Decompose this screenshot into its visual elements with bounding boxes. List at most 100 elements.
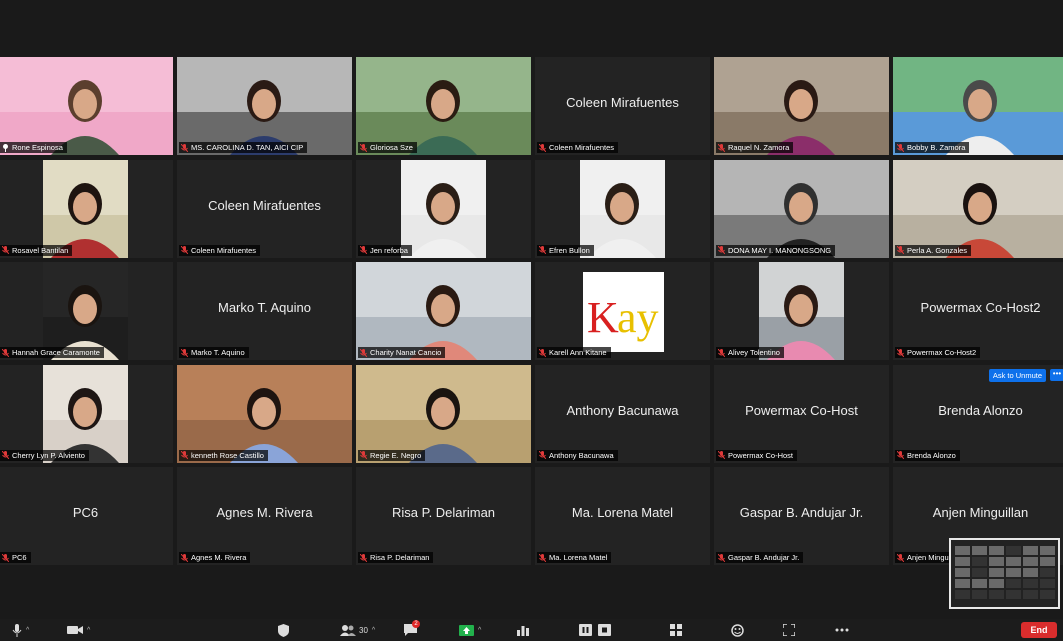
mute-button[interactable]: ^: [12, 622, 29, 638]
muted-mic-icon: [360, 143, 367, 152]
participant-tile[interactable]: Cherry Lyn P. Alviento: [0, 364, 173, 463]
participant-tile[interactable]: Rone Espinosa: [0, 57, 173, 155]
participant-tile[interactable]: Coleen Mirafuentes Coleen Mirafuentes: [535, 57, 710, 155]
participant-name-label: Coleen Mirafuentes: [537, 142, 619, 153]
participant-display-name: Powermax Co-Host2: [920, 300, 1041, 315]
participant-tile[interactable]: Powermax Co-Host2 Powermax Co-Host2: [893, 262, 1063, 360]
video-feed: [43, 262, 128, 360]
video-feed: [759, 262, 844, 360]
participant-tile[interactable]: Kay Karell Ann Kitane: [535, 262, 710, 360]
participants-count: 30: [359, 625, 368, 635]
participant-tile[interactable]: Efren Bullon: [535, 159, 710, 258]
participant-tile[interactable]: Ma. Lorena Matel Ma. Lorena Matel: [535, 467, 710, 565]
participant-name-label: Regie E. Negro: [358, 449, 426, 461]
security-button[interactable]: [278, 622, 289, 638]
participant-tile[interactable]: Hannah Grace Caramonte: [0, 262, 173, 360]
participant-name-label: Alivey Tolentino: [716, 347, 784, 358]
microphone-icon: [12, 623, 22, 637]
participant-tile[interactable]: Marko T. Aquino Marko T. Aquino: [177, 262, 352, 360]
participant-tile[interactable]: Jen reforba: [356, 159, 531, 258]
muted-mic-icon: [897, 246, 904, 254]
muted-mic-icon: [718, 246, 725, 254]
grid-icon: [670, 624, 682, 636]
muted-mic-icon: [360, 246, 367, 254]
participant-name: Bobby B. Zamora: [907, 143, 966, 152]
participant-tile[interactable]: Brenda Alonzo Ask to Unmute ••• Brenda Alon…: [893, 364, 1063, 463]
more-button[interactable]: [835, 622, 849, 638]
participants-caret[interactable]: ^: [372, 627, 375, 634]
self-view-thumbnail[interactable]: [949, 538, 1060, 609]
participant-name: Alivey Tolentino: [728, 348, 780, 357]
muted-mic-icon: [539, 143, 546, 152]
video-feed: [43, 159, 128, 258]
participant-tile[interactable]: Powermax Co-Host Powermax Co-Host: [714, 364, 889, 463]
participant-name: Efren Bullon: [549, 245, 590, 255]
participants-icon: [340, 624, 356, 636]
share-screen-button[interactable]: ^: [459, 622, 481, 638]
participant-tile[interactable]: Raquel N. Zamora: [714, 57, 889, 155]
participant-name: Regie E. Negro: [370, 450, 422, 460]
participant-tile[interactable]: Bobby B. Zamora: [893, 57, 1063, 155]
participant-tile[interactable]: Risa P. Delariman Risa P. Delariman: [356, 467, 531, 565]
participant-tile[interactable]: Rosavel Bantilan: [0, 159, 173, 258]
video-options-caret[interactable]: ^: [87, 627, 90, 634]
participants-button[interactable]: 30 ^: [340, 622, 375, 638]
video-button[interactable]: ^: [67, 622, 90, 638]
muted-mic-icon: [539, 348, 546, 357]
stop-record-button[interactable]: [598, 622, 611, 638]
video-feed: [356, 364, 531, 463]
participant-tile[interactable]: Perla A. Gonzales: [893, 159, 1063, 258]
participant-name: Powermax Co-Host: [728, 450, 794, 460]
participant-tile[interactable]: Gloriosa Sze: [356, 57, 531, 155]
participant-tile[interactable]: MS. CAROLINA D. TAN, AICI CIP: [177, 57, 352, 155]
participant-name: Perla A. Gonzales: [907, 245, 968, 255]
participant-tile[interactable]: Coleen Mirafuentes Coleen Mirafuentes: [177, 159, 352, 258]
participant-name: Charity Nanat Cancio: [370, 348, 442, 357]
reactions-button[interactable]: [731, 622, 744, 638]
fullscreen-button[interactable]: [783, 622, 795, 638]
muted-mic-icon: [539, 451, 546, 459]
participant-tile[interactable]: kenneth Rose Castillo: [177, 364, 352, 463]
shield-icon: [278, 623, 289, 637]
chat-button[interactable]: 2: [404, 620, 420, 638]
polls-button[interactable]: [517, 622, 529, 638]
participant-name-label: Jen reforba: [358, 244, 412, 256]
muted-mic-icon: [181, 143, 188, 152]
participant-tile[interactable]: Anthony Bacunawa Anthony Bacunawa: [535, 364, 710, 463]
video-feed: [177, 57, 352, 155]
ask-to-unmute-button[interactable]: Ask to Unmute: [988, 368, 1046, 382]
participant-name: Gaspar B. Andujar Jr.: [728, 553, 800, 562]
meeting-toolbar: ^ ^ 30 ^ 2 ^ End: [0, 619, 1063, 641]
participant-display-name: Gaspar B. Andujar Jr.: [739, 505, 864, 520]
chat-badge: 2: [412, 620, 420, 628]
bar-chart-icon: [517, 626, 529, 636]
participant-name-label: Gloriosa Sze: [358, 142, 417, 153]
share-options-caret[interactable]: ^: [478, 627, 481, 634]
participant-display-name: Anthony Bacunawa: [566, 402, 679, 418]
participant-tile[interactable]: Regie E. Negro: [356, 364, 531, 463]
breakout-rooms-button[interactable]: [670, 622, 682, 638]
muted-mic-icon: [2, 553, 9, 562]
participant-name-label: Anthony Bacunawa: [537, 449, 618, 461]
more-options-button[interactable]: •••: [1050, 368, 1063, 381]
participant-name: Jen reforba: [370, 245, 408, 255]
participant-tile[interactable]: Agnes M. Rivera Agnes M. Rivera: [177, 467, 352, 565]
audio-options-caret[interactable]: ^: [26, 627, 29, 634]
participant-name: Rosavel Bantilan: [12, 245, 69, 255]
participant-tile[interactable]: Gaspar B. Andujar Jr. Gaspar B. Andujar J…: [714, 467, 889, 565]
participant-tile[interactable]: PC6 PC6: [0, 467, 173, 565]
participant-tile[interactable]: DONA MAY I. MANONGSONG: [714, 159, 889, 258]
video-feed: [893, 159, 1063, 258]
record-button[interactable]: [579, 622, 592, 638]
participant-tile[interactable]: Charity Nanat Cancio: [356, 262, 531, 360]
end-meeting-button[interactable]: End: [1021, 622, 1057, 638]
participant-name: Powermax Co-Host2: [907, 348, 977, 357]
svg-text:K: K: [587, 293, 619, 342]
participant-name: Coleen Mirafuentes: [549, 143, 615, 152]
participant-name-label: Coleen Mirafuentes: [179, 244, 261, 256]
participant-display-name: PC6: [72, 505, 99, 520]
video-feed: [356, 57, 531, 155]
video-feed: [580, 159, 665, 258]
participant-tile[interactable]: Alivey Tolentino: [714, 262, 889, 360]
participant-display-name: Coleen Mirafuentes: [208, 197, 321, 213]
